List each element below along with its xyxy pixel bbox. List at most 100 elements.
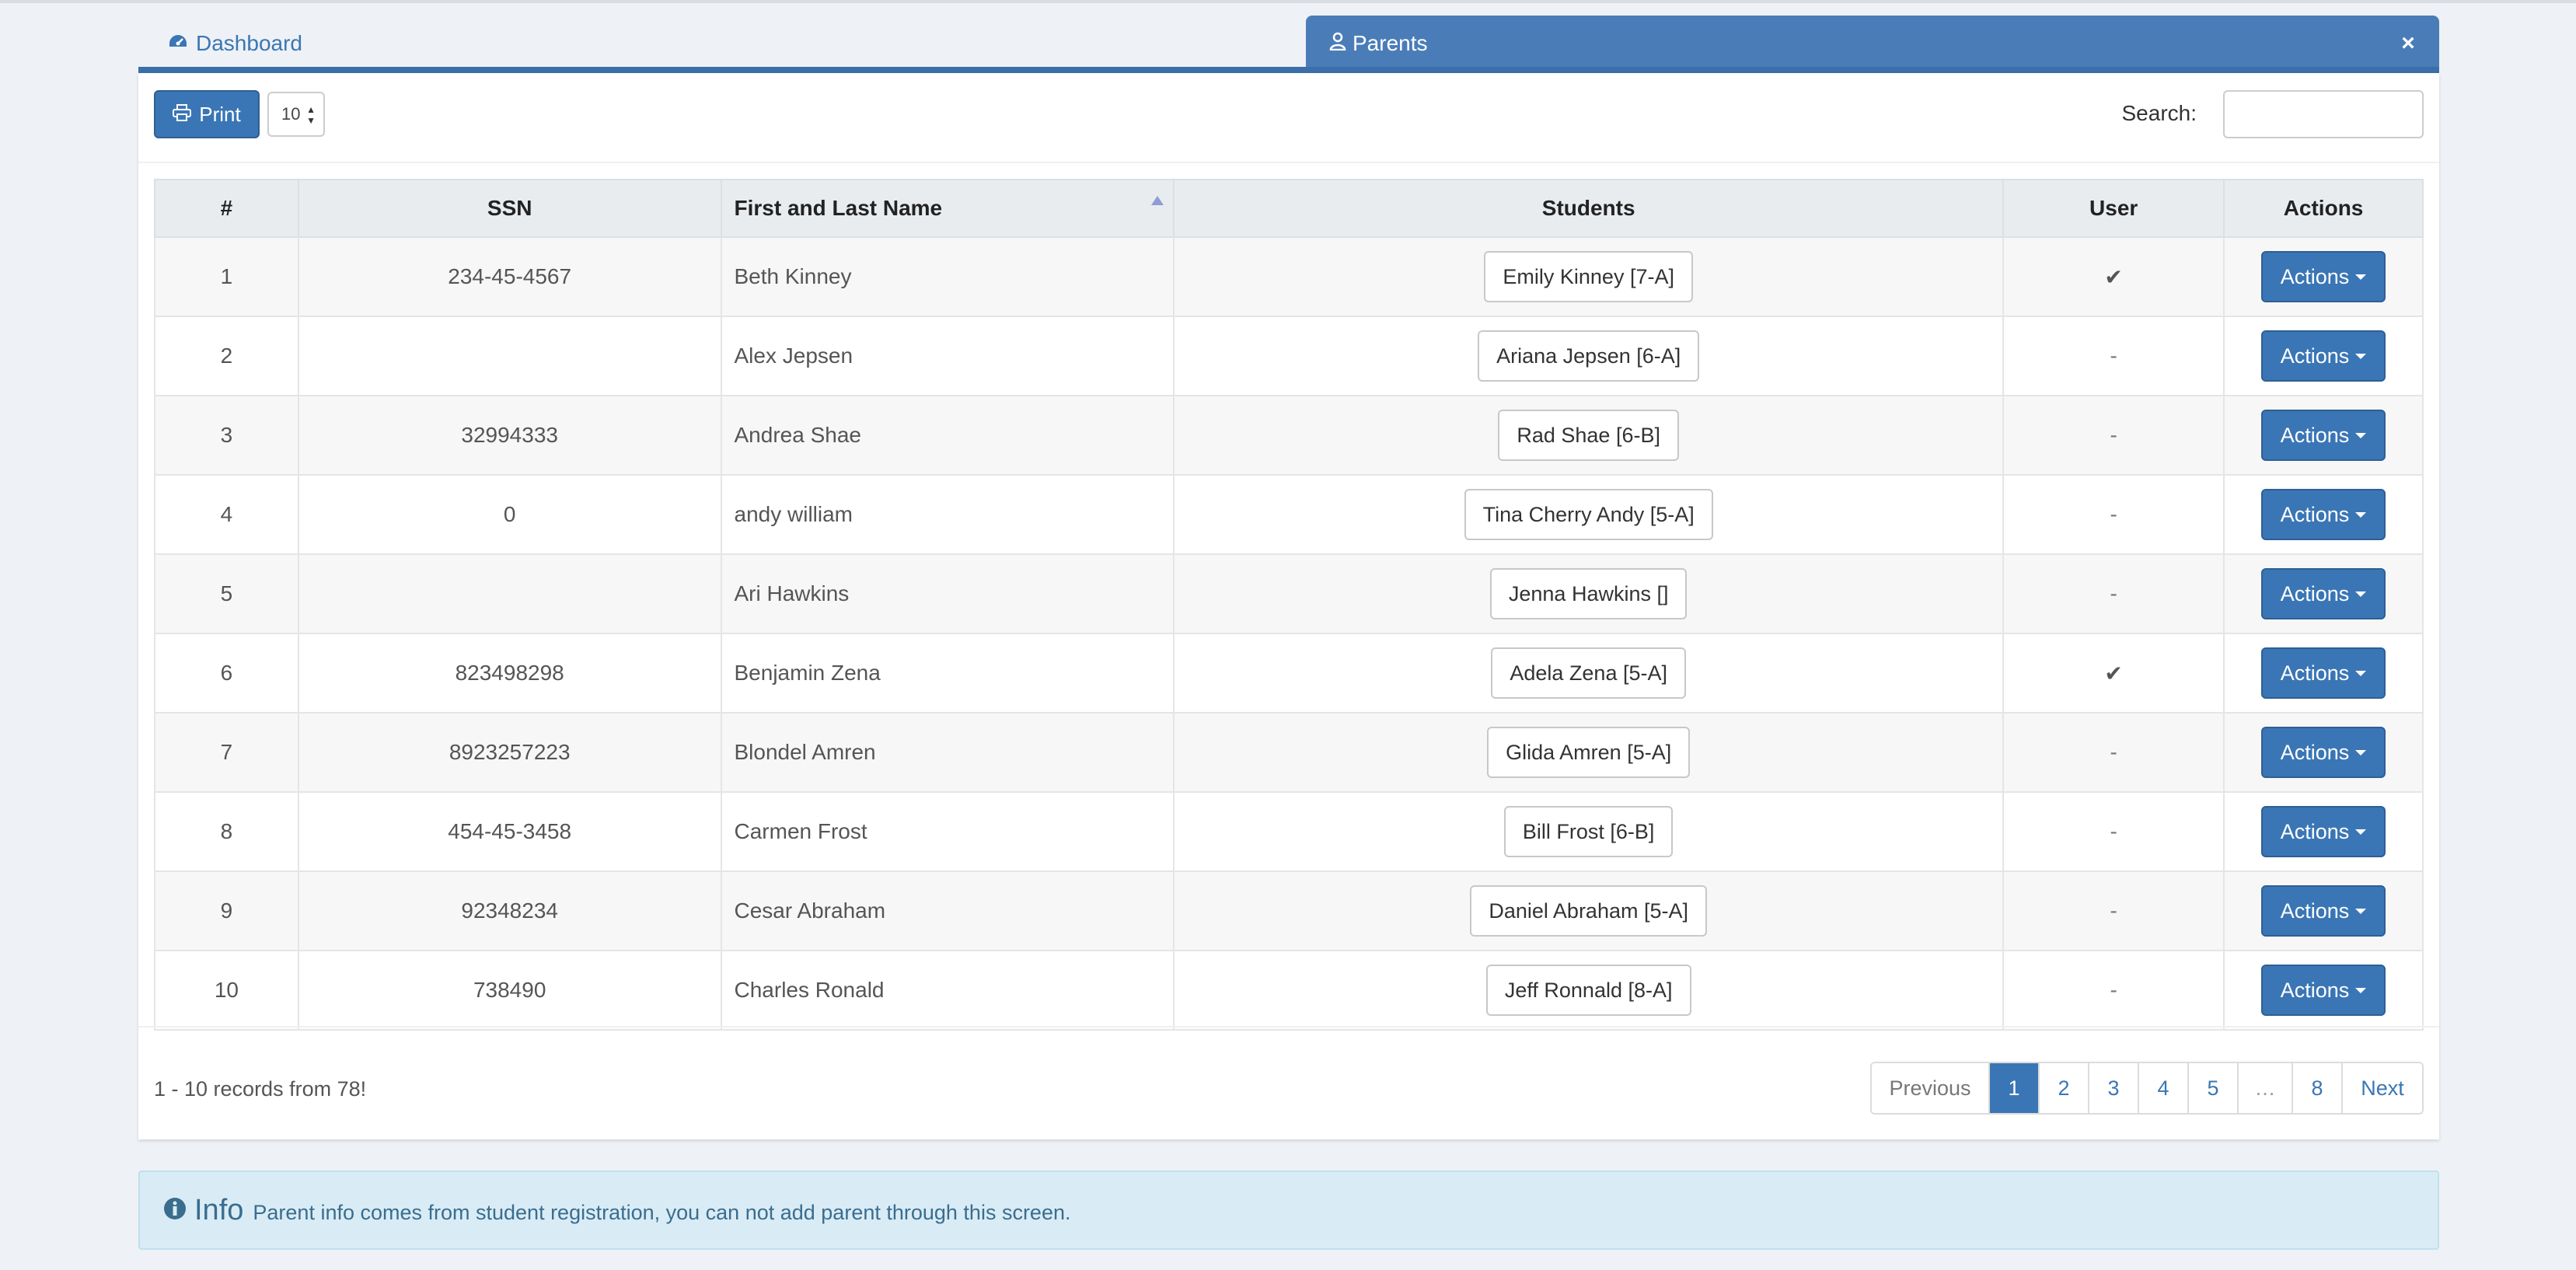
info-title: Info — [194, 1193, 244, 1226]
tab-strip: Dashboard Parents × — [138, 16, 2439, 75]
table-row: 9 92348234 Cesar Abraham Daniel Abraham [5-… — [154, 871, 2424, 951]
actions-label: Actions — [2280, 423, 2350, 447]
student-button[interactable]: Rad Shae [6-B] — [1498, 410, 1679, 461]
actions-label: Actions — [2280, 581, 2350, 605]
table-row: 3 32994333 Andrea Shae Rad Shae [6-B] - Actio… — [154, 395, 2424, 476]
header-num[interactable]: # — [154, 179, 299, 238]
students-cell: Adela Zena [5-A] — [1173, 633, 2005, 714]
user-cell: - — [2002, 553, 2225, 634]
caret-down-icon — [2355, 908, 2367, 914]
header-name[interactable]: First and Last Name — [720, 179, 1175, 238]
pagination: Previous 1 2 3 4 5 … 8 Next — [1870, 1062, 2424, 1115]
pagination-page-3[interactable]: 3 — [2088, 1063, 2138, 1113]
pagination-previous[interactable]: Previous — [1872, 1063, 1988, 1113]
table-row: 6 823498298 Benjamin Zena Adela Zena [5-A] ✔… — [154, 633, 2424, 714]
user-none: - — [2110, 978, 2117, 1002]
student-button[interactable]: Adela Zena [5-A] — [1491, 647, 1686, 699]
user-none: - — [2110, 344, 2117, 368]
actions-cell: Actions — [2223, 236, 2424, 317]
parent-name: Carmen Frost — [720, 791, 1175, 872]
ssn-cell: 32994333 — [297, 395, 722, 476]
pagination-next[interactable]: Next — [2341, 1063, 2422, 1113]
actions-cell: Actions — [2223, 712, 2424, 793]
tab-dashboard[interactable]: Dashboard — [138, 16, 372, 72]
actions-dropdown-button[interactable]: Actions — [2261, 410, 2386, 461]
student-button[interactable]: Bill Frost [6-B] — [1503, 806, 1674, 857]
pagination-page-4[interactable]: 4 — [2138, 1063, 2187, 1113]
user-none: - — [2110, 423, 2117, 447]
pagination-page-8[interactable]: 8 — [2292, 1063, 2341, 1113]
table-header-row: # SSN First and Last Name Students User … — [154, 179, 2424, 238]
user-cell: - — [2002, 316, 2225, 396]
ssn-cell: 234-45-4567 — [297, 236, 722, 317]
checkmark-icon: ✔ — [2104, 661, 2123, 686]
search-input[interactable] — [2223, 90, 2424, 138]
user-cell: - — [2002, 712, 2225, 793]
sort-asc-icon — [1151, 196, 1164, 205]
actions-cell: Actions — [2223, 553, 2424, 634]
actions-dropdown-button[interactable]: Actions — [2261, 568, 2386, 619]
table-row: 7 8923257223 Blondel Amren Glida Amren [5-A… — [154, 712, 2424, 793]
header-ssn[interactable]: SSN — [297, 179, 722, 238]
actions-dropdown-button[interactable]: Actions — [2261, 727, 2386, 778]
user-cell: ✔ — [2002, 633, 2225, 714]
student-button[interactable]: Emily Kinney [7-A] — [1484, 251, 1693, 302]
parent-name: Beth Kinney — [720, 236, 1175, 317]
parents-table: # SSN First and Last Name Students User … — [154, 179, 2424, 1031]
student-button[interactable]: Daniel Abraham [5-A] — [1470, 885, 1707, 937]
parent-name: Benjamin Zena — [720, 633, 1175, 714]
actions-label: Actions — [2280, 819, 2350, 843]
user-cell: ✔ — [2002, 236, 2225, 317]
pagination-page-1[interactable]: 1 — [1988, 1063, 2038, 1113]
pagination-page-2[interactable]: 2 — [2038, 1063, 2088, 1113]
parent-name: Blondel Amren — [720, 712, 1175, 793]
actions-dropdown-button[interactable]: Actions — [2261, 806, 2386, 857]
student-button[interactable]: Glida Amren [5-A] — [1487, 727, 1691, 778]
row-number: 1 — [154, 236, 299, 317]
ssn-cell: 92348234 — [297, 871, 722, 951]
student-button[interactable]: Jeff Ronnald [8-A] — [1485, 965, 1691, 1016]
actions-label: Actions — [2280, 898, 2350, 923]
students-cell: Tina Cherry Andy [5-A] — [1173, 474, 2005, 555]
caret-down-icon — [2355, 511, 2367, 518]
pagination-page-5[interactable]: 5 — [2187, 1063, 2237, 1113]
parent-name: Alex Jepsen — [720, 316, 1175, 396]
student-button[interactable]: Ariana Jepsen [6-A] — [1478, 330, 1700, 382]
actions-dropdown-button[interactable]: Actions — [2261, 251, 2386, 302]
actions-label: Actions — [2280, 661, 2350, 685]
actions-cell: Actions — [2223, 633, 2424, 714]
students-cell: Bill Frost [6-B] — [1173, 791, 2005, 872]
page-size-select[interactable]: 10 ▲ ▼ — [267, 92, 325, 137]
student-button[interactable]: Tina Cherry Andy [5-A] — [1464, 489, 1713, 540]
page-size-value: 10 — [281, 104, 301, 124]
ssn-cell: 8923257223 — [297, 712, 722, 793]
user-cell: - — [2002, 950, 2225, 1031]
student-button[interactable]: Jenna Hawkins [] — [1489, 568, 1688, 619]
actions-dropdown-button[interactable]: Actions — [2261, 647, 2386, 699]
header-students[interactable]: Students — [1173, 179, 2005, 238]
table-row: 2 Alex Jepsen Ariana Jepsen [6-A] - Actions — [154, 316, 2424, 396]
actions-dropdown-button[interactable]: Actions — [2261, 330, 2386, 382]
table-row: 5 Ari Hawkins Jenna Hawkins [] - Actions — [154, 553, 2424, 634]
actions-cell: Actions — [2223, 950, 2424, 1031]
row-number: 8 — [154, 791, 299, 872]
caret-down-icon — [2355, 274, 2367, 280]
header-user[interactable]: User — [2002, 179, 2225, 238]
row-number: 5 — [154, 553, 299, 634]
tab-parents[interactable]: Parents × — [1306, 16, 2439, 72]
checkmark-icon: ✔ — [2104, 264, 2123, 289]
row-number: 10 — [154, 950, 299, 1031]
search-label: Search: — [2121, 101, 2197, 125]
user-none: - — [2110, 581, 2117, 605]
table-row: 8 454-45-3458 Carmen Frost Bill Frost [6-B]… — [154, 791, 2424, 872]
header-actions: Actions — [2223, 179, 2424, 238]
user-none: - — [2110, 740, 2117, 764]
actions-dropdown-button[interactable]: Actions — [2261, 489, 2386, 540]
print-button[interactable]: Print — [154, 90, 260, 138]
actions-dropdown-button[interactable]: Actions — [2261, 965, 2386, 1016]
actions-dropdown-button[interactable]: Actions — [2261, 885, 2386, 937]
actions-cell: Actions — [2223, 395, 2424, 476]
parents-panel: Print 10 ▲ ▼ Search: # SSN First and Last… — [138, 73, 2439, 1139]
close-icon[interactable]: × — [2396, 30, 2421, 56]
students-cell: Rad Shae [6-B] — [1173, 395, 2005, 476]
